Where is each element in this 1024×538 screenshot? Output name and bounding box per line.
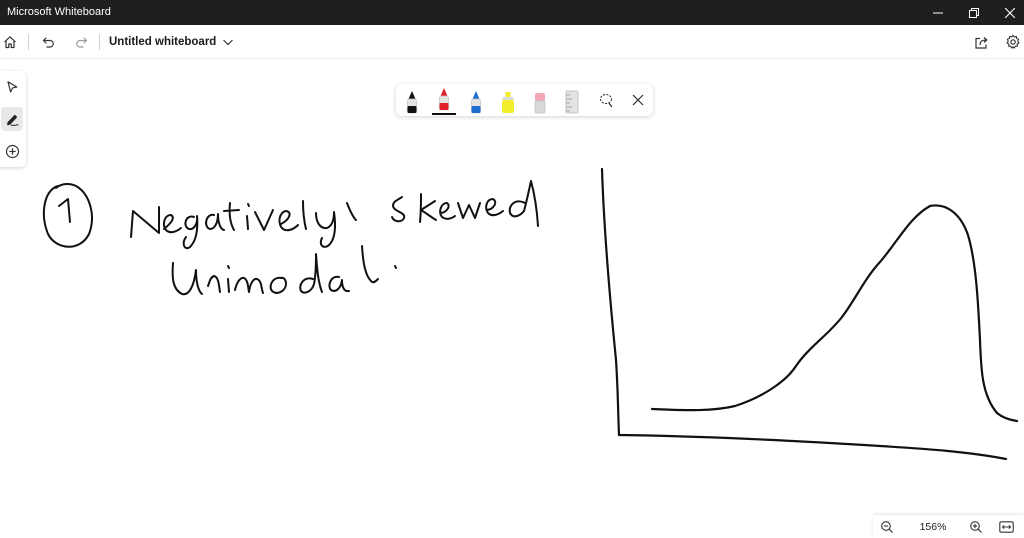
close-icon xyxy=(1005,7,1015,18)
handwritten-number-one xyxy=(42,182,93,248)
restore-button[interactable] xyxy=(956,0,992,25)
settings-button[interactable] xyxy=(1000,29,1024,55)
chevron-down-icon xyxy=(223,39,233,46)
toolbar-divider xyxy=(99,34,100,50)
zoom-out-button[interactable] xyxy=(876,517,898,537)
fit-to-screen-icon xyxy=(998,521,1014,533)
zoom-in-icon xyxy=(970,521,982,533)
undo-button[interactable] xyxy=(36,29,62,55)
app-toolbar: Untitled whiteboard xyxy=(0,25,1024,59)
app-title: Microsoft Whiteboard xyxy=(7,6,111,18)
minimize-button[interactable] xyxy=(920,0,956,25)
redo-button[interactable] xyxy=(68,29,94,55)
handwritten-negatively-skewed xyxy=(130,180,539,250)
fit-to-screen-button[interactable] xyxy=(995,517,1017,537)
restore-icon xyxy=(969,7,979,18)
whiteboard-canvas[interactable] xyxy=(0,58,1024,522)
gear-icon xyxy=(1006,34,1020,49)
title-bar: Microsoft Whiteboard xyxy=(0,0,1024,25)
zoom-controls: 156% xyxy=(873,515,1024,538)
zoom-in-button[interactable] xyxy=(965,517,987,537)
share-button[interactable] xyxy=(968,29,994,55)
board-title[interactable]: Untitled whiteboard xyxy=(109,35,216,49)
board-menu-button[interactable] xyxy=(215,29,241,55)
handwritten-unimodal xyxy=(171,245,397,296)
undo-icon xyxy=(42,37,54,48)
zoom-level[interactable]: 156% xyxy=(915,521,951,533)
share-icon xyxy=(974,36,987,49)
toolbar-divider xyxy=(28,34,29,50)
close-window-button[interactable] xyxy=(992,0,1024,25)
redo-icon xyxy=(76,37,88,48)
skewed-distribution-sketch xyxy=(600,167,1019,461)
home-icon xyxy=(4,36,16,49)
home-button[interactable] xyxy=(0,29,23,55)
minimize-icon xyxy=(933,12,943,13)
zoom-out-icon xyxy=(881,521,893,533)
